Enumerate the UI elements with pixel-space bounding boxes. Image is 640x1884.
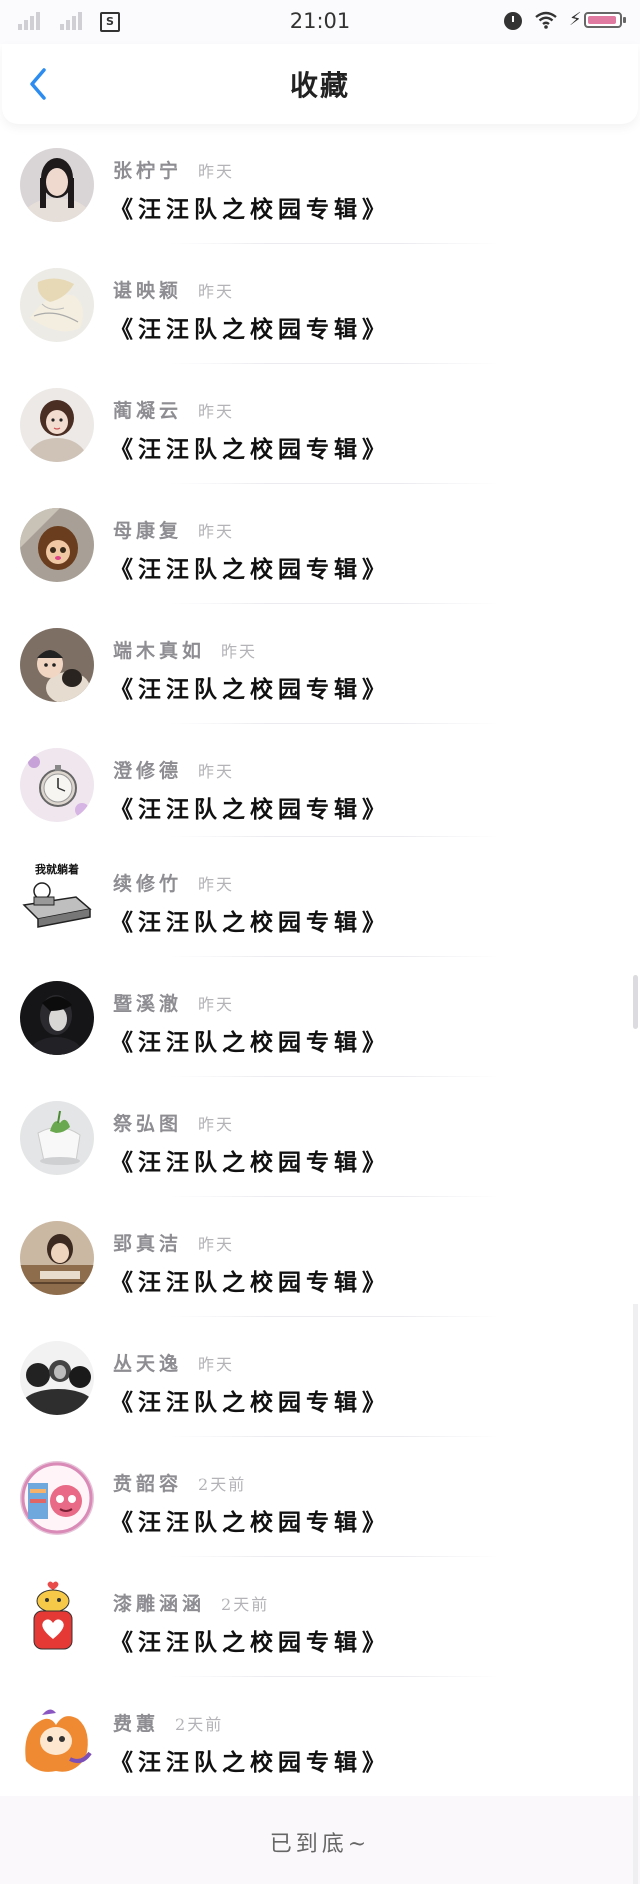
avatar [20, 628, 94, 702]
item-title: 《汪汪队之校园专辑》 [110, 196, 390, 223]
user-name: 漆雕涵涵 [113, 1593, 206, 1615]
battery-icon [584, 12, 626, 28]
list-item[interactable]: 贲韶容 2天前 《汪汪队之校园专辑》 [0, 1437, 640, 1557]
avatar [20, 1221, 94, 1295]
item-title: 《汪汪队之校园专辑》 [110, 556, 390, 583]
page-title: 收藏 [289, 69, 350, 102]
list-item[interactable]: 费蕙 2天前 《汪汪队之校园专辑》 [0, 1677, 640, 1797]
list-item[interactable]: 母康复 昨天 《汪汪队之校园专辑》 [0, 484, 640, 604]
list-item[interactable]: 漆雕涵涵 2天前 《汪汪队之校园专辑》 [0, 1557, 640, 1677]
user-name: 祭弘图 [113, 1113, 183, 1135]
list-item[interactable]: 端木真如 昨天 《汪汪队之校园专辑》 [0, 604, 640, 724]
list-item[interactable]: 我就躺着 续修竹 昨天 《汪汪队之校园专辑》 [0, 837, 640, 957]
user-name: 续修竹 [113, 873, 183, 895]
user-name: 母康复 [113, 520, 183, 542]
alarm-icon [504, 12, 522, 30]
item-title: 《汪汪队之校园专辑》 [110, 1509, 390, 1536]
avatar [20, 748, 94, 822]
user-name: 费蕙 [113, 1713, 160, 1735]
item-title: 《汪汪队之校园专辑》 [110, 1389, 390, 1416]
user-name: 郢真洁 [113, 1233, 183, 1255]
list-item[interactable]: 谌映颖 昨天 《汪汪队之校园专辑》 [0, 244, 640, 364]
item-title: 《汪汪队之校园专辑》 [110, 796, 390, 823]
user-name: 澄修德 [113, 760, 183, 782]
list-item[interactable]: 澄修德 昨天 《汪汪队之校园专辑》 [0, 724, 640, 837]
scrollbar-thumb[interactable] [633, 975, 638, 1029]
scrollbar-track[interactable] [633, 1304, 638, 1884]
status-bar: S 21:01 ⚡ [0, 0, 640, 44]
item-title: 《汪汪队之校园专辑》 [110, 676, 390, 703]
list-item[interactable]: 蔺凝云 昨天 《汪汪队之校园专辑》 [0, 364, 640, 484]
user-name: 谌映颖 [113, 280, 183, 302]
time-ago: 昨天 [198, 1235, 235, 1254]
list-footer: 已到底~ [0, 1796, 640, 1884]
item-title: 《汪汪队之校园专辑》 [110, 909, 390, 936]
user-name: 端木真如 [113, 640, 206, 662]
time-ago: 昨天 [198, 402, 235, 421]
item-title: 《汪汪队之校园专辑》 [110, 1029, 390, 1056]
avatar [20, 1581, 94, 1655]
time-ago: 昨天 [198, 1355, 235, 1374]
avatar [20, 1701, 94, 1775]
avatar [20, 388, 94, 462]
time-ago: 昨天 [198, 762, 235, 781]
charging-icon: ⚡ [569, 9, 582, 30]
list-item[interactable]: 郢真洁 昨天 《汪汪队之校园专辑》 [0, 1197, 640, 1317]
avatar [20, 148, 94, 222]
item-title: 《汪汪队之校园专辑》 [110, 316, 390, 343]
item-title: 《汪汪队之校园专辑》 [110, 436, 390, 463]
time-ago: 昨天 [221, 642, 258, 661]
time-ago: 昨天 [198, 995, 235, 1014]
wifi-icon [535, 11, 557, 29]
favorites-list: 张柠宁 昨天 《汪汪队之校园专辑》 谌映颖 昨天 《汪汪队之校园专辑》 蔺凝云 … [0, 124, 640, 1797]
avatar [20, 1101, 94, 1175]
nav-bar: 收藏 [2, 44, 638, 124]
item-title: 《汪汪队之校园专辑》 [110, 1269, 390, 1296]
time-ago: 昨天 [198, 875, 235, 894]
time-ago: 2天前 [175, 1715, 224, 1734]
avatar [20, 1461, 94, 1535]
time-ago: 2天前 [221, 1595, 270, 1614]
item-title: 《汪汪队之校园专辑》 [110, 1629, 390, 1656]
list-item[interactable]: 祭弘图 昨天 《汪汪队之校园专辑》 [0, 1077, 640, 1197]
user-name: 丛天逸 [113, 1353, 183, 1375]
avatar [20, 268, 94, 342]
user-name: 张柠宁 [113, 160, 183, 182]
time-ago: 昨天 [198, 522, 235, 541]
user-name: 蔺凝云 [113, 400, 183, 422]
avatar: 我就躺着 [20, 861, 94, 935]
list-item[interactable]: 丛天逸 昨天 《汪汪队之校园专辑》 [0, 1317, 640, 1437]
time-ago: 昨天 [198, 282, 235, 301]
time-ago: 昨天 [198, 1115, 235, 1134]
avatar [20, 981, 94, 1055]
end-of-list-label: 已到底~ [269, 1832, 371, 1857]
time-ago: 2天前 [198, 1475, 247, 1494]
user-name: 暨溪澈 [113, 993, 183, 1015]
svg-text:我就躺着: 我就躺着 [35, 862, 79, 876]
list-item[interactable]: 暨溪澈 昨天 《汪汪队之校园专辑》 [0, 957, 640, 1077]
user-name: 贲韶容 [113, 1473, 183, 1495]
avatar [20, 1341, 94, 1415]
time-ago: 昨天 [198, 162, 235, 181]
list-item[interactable]: 张柠宁 昨天 《汪汪队之校园专辑》 [0, 124, 640, 244]
item-title: 《汪汪队之校园专辑》 [110, 1149, 390, 1176]
item-title: 《汪汪队之校园专辑》 [110, 1749, 390, 1776]
avatar [20, 508, 94, 582]
